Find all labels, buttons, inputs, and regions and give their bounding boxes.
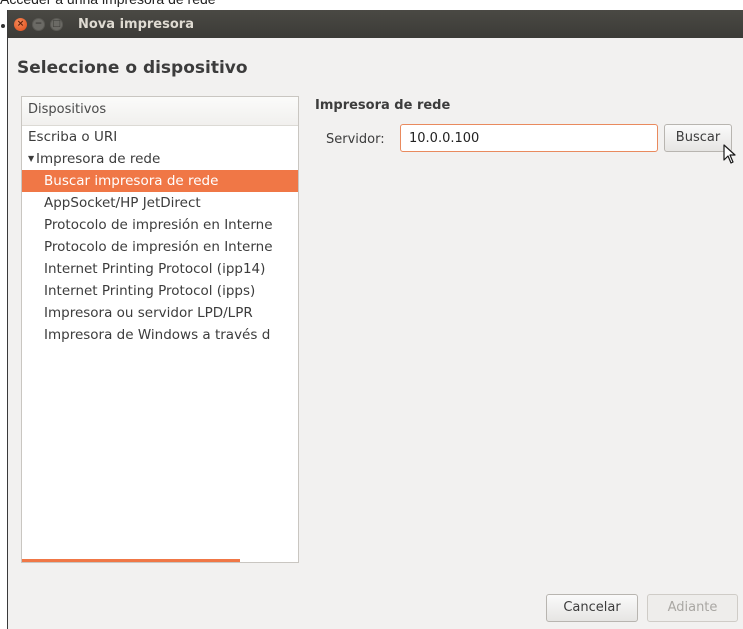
window-title: Nova impresora	[78, 16, 194, 32]
minimize-window-button[interactable]: −	[32, 17, 45, 31]
device-group-label: Impresora de rede	[36, 151, 161, 167]
device-item-ipp-2[interactable]: Protocolo de impresión en Interne	[22, 236, 298, 258]
device-item-appsocket[interactable]: AppSocket/HP JetDirect	[22, 192, 298, 214]
devices-list[interactable]: Dispositivos Escriba o URI ▼ Impresora de…	[21, 96, 299, 563]
device-item-ipps[interactable]: Internet Printing Protocol (ipps)	[22, 280, 298, 302]
next-button[interactable]: Adiante	[647, 594, 738, 622]
device-item-windows-samba[interactable]: Impresora de Windows a través d	[22, 324, 298, 346]
mouse-pointer-icon	[723, 144, 736, 164]
maximize-window-button[interactable]: □	[50, 17, 63, 31]
cancel-button[interactable]: Cancelar	[546, 594, 638, 622]
close-window-button[interactable]: ×	[14, 17, 27, 31]
horizontal-scroll-indicator[interactable]	[22, 559, 240, 562]
device-item-ipp-1[interactable]: Protocolo de impresión en Interne	[22, 214, 298, 236]
device-item-lpd[interactable]: Impresora ou servidor LPD/LPR	[22, 302, 298, 324]
title-bar[interactable]: × − □ Nova impresora	[8, 10, 743, 38]
page-heading: Seleccione o dispositivo	[17, 58, 248, 78]
server-input[interactable]	[400, 124, 658, 152]
device-item-enter-uri[interactable]: Escriba o URI	[22, 126, 298, 148]
server-label: Servidor:	[326, 132, 385, 147]
devices-column-header[interactable]: Dispositivos	[22, 97, 298, 126]
expander-down-icon[interactable]: ▼	[28, 148, 36, 170]
search-button[interactable]: Buscar	[664, 124, 732, 152]
device-group-network-printer[interactable]: ▼ Impresora de rede	[22, 148, 298, 170]
list-bullet	[1, 24, 5, 28]
device-item-find-network-printer[interactable]: Buscar impresora de rede	[22, 170, 298, 192]
device-item-ipp14[interactable]: Internet Printing Protocol (ipp14)	[22, 258, 298, 280]
network-printer-section-title: Impresora de rede	[315, 98, 451, 113]
